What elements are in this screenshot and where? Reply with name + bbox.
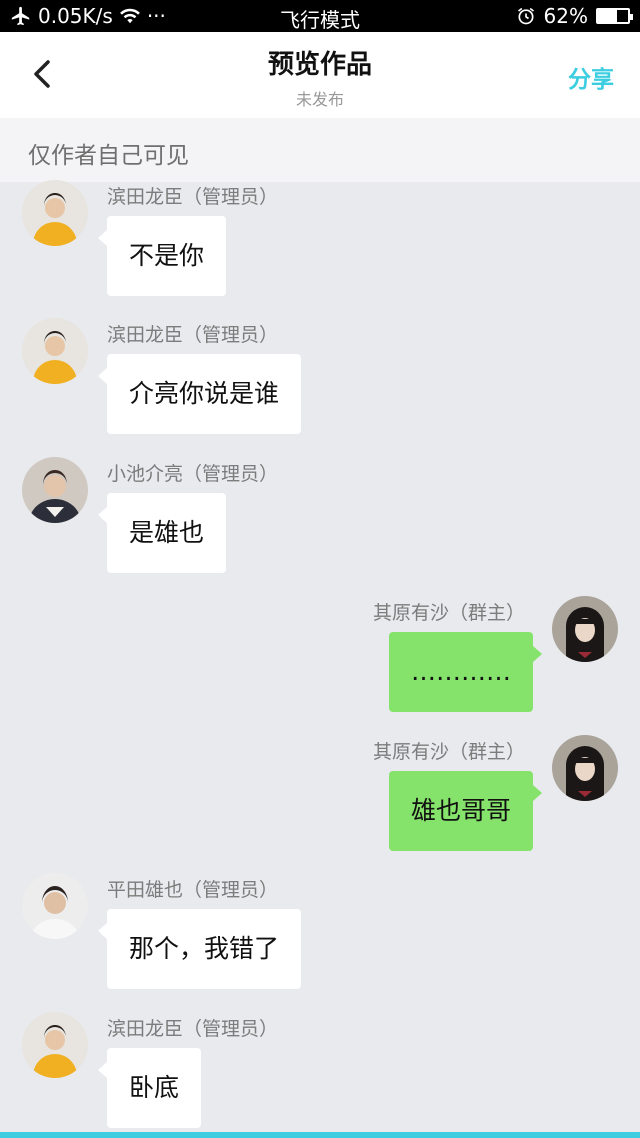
chat-message: 其原有沙（群主） 雄也哥哥 — [0, 735, 640, 865]
chat-message: 滨田龙臣（管理员） 介亮你说是谁 — [0, 318, 640, 448]
page-subtitle: 未发布 — [295, 90, 344, 109]
sender-name: 滨田龙臣（管理员） — [107, 324, 279, 346]
avatar[interactable] — [552, 735, 618, 801]
sender-name: 小池介亮（管理员） — [107, 463, 279, 485]
visibility-notice-text: 仅作者自己可见 — [28, 143, 189, 169]
status-bar: 0.05K/s ··· 飞行模式 62% — [0, 0, 640, 32]
message-bubble[interactable]: 介亮你说是谁 — [97, 354, 302, 434]
battery-percent: 62% — [543, 4, 588, 28]
avatar[interactable] — [22, 457, 88, 523]
avatar[interactable] — [22, 318, 88, 384]
chat-message: 滨田龙臣（管理员） 卧底 — [0, 1012, 640, 1138]
message-bubble[interactable]: 是雄也 — [97, 493, 227, 573]
visibility-notice: 仅作者自己可见 — [0, 118, 640, 182]
top-bar: 预览作品 未发布 分享 — [0, 32, 640, 118]
message-bubble[interactable]: 不是你 — [97, 216, 227, 296]
chat-message: 平田雄也（管理员） 那个，我错了 — [0, 873, 640, 1003]
chat-message: 其原有沙（群主） ………… — [0, 596, 640, 726]
avatar[interactable] — [552, 596, 618, 662]
battery-icon — [596, 8, 633, 24]
sender-name: 滨田龙臣（管理员） — [107, 1018, 279, 1040]
message-bubble[interactable]: 那个，我错了 — [97, 909, 302, 989]
share-button[interactable]: 分享 — [568, 60, 614, 94]
avatar[interactable] — [22, 1012, 88, 1078]
bottom-accent-bar — [0, 1132, 640, 1138]
alarm-icon — [517, 7, 534, 25]
sender-name: 平田雄也（管理员） — [107, 879, 279, 901]
status-right: 62% — [516, 4, 633, 28]
sender-name: 滨田龙臣（管理员） — [107, 186, 279, 208]
sender-name: 其原有沙（群主） — [372, 741, 525, 763]
chat-message: 滨田龙臣（管理员） 不是你 — [0, 180, 640, 310]
message-bubble[interactable]: ………… — [389, 632, 542, 712]
message-bubble[interactable]: 雄也哥哥 — [388, 771, 543, 851]
avatar[interactable] — [22, 873, 88, 939]
page-title: 预览作品 — [267, 50, 372, 80]
message-bubble[interactable]: 卧底 — [97, 1048, 202, 1128]
battery-fill — [598, 10, 617, 22]
chat-message: 小池介亮（管理员） 是雄也 — [0, 457, 640, 587]
avatar[interactable] — [22, 180, 88, 246]
sender-name: 其原有沙（群主） — [372, 602, 525, 624]
